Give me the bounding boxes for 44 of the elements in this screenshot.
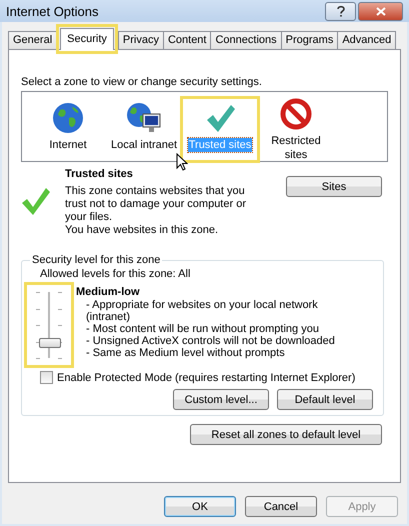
- level-name: Medium-low: [76, 286, 141, 298]
- sites-button[interactable]: Sites: [286, 176, 382, 197]
- close-icon: [376, 6, 386, 16]
- dialog-button[interactable]: Cancel: [245, 496, 317, 517]
- zone-description: You have websites in this zone.: [65, 224, 220, 237]
- checkmark-icon: [204, 102, 236, 134]
- tab[interactable]: Advanced: [337, 31, 396, 49]
- zone-label: Trusted sites: [188, 138, 252, 152]
- level-description: - Appropriate for websites on your local network (intranet): [86, 299, 319, 323]
- checkmark-icon: [21, 186, 51, 216]
- checkbox[interactable]: [40, 371, 53, 384]
- globe-icon: [52, 102, 84, 134]
- zone-title: Trusted sites: [65, 168, 134, 181]
- zone-item[interactable]: Local intranet: [106, 98, 182, 161]
- zone-item[interactable]: Restricted sites: [258, 98, 334, 161]
- help-icon: [336, 6, 344, 16]
- level-button[interactable]: Default level: [277, 389, 373, 410]
- zone-description: This zone contains websites that you trust not to damage your computer or your files.: [65, 185, 247, 224]
- tab[interactable]: Connections: [210, 31, 282, 49]
- reset-button[interactable]: Reset all zones to default level: [190, 424, 382, 445]
- level-description: - Same as Medium level without prompts: [86, 347, 286, 359]
- protected-mode-label: Enable Protected Mode (requires restarting Internet Explorer): [57, 372, 356, 384]
- zone-label: Restricted sites: [270, 134, 322, 162]
- window-title: Internet Options: [6, 4, 100, 18]
- level-button[interactable]: Custom level...: [173, 389, 269, 410]
- tab[interactable]: Privacy: [118, 31, 164, 49]
- allowed-levels-label: Allowed levels for this zone: All: [40, 268, 192, 280]
- help-button[interactable]: [325, 2, 356, 20]
- zone-prompt: Select a zone to view or change security settings.: [21, 76, 263, 88]
- tab[interactable]: Content: [162, 31, 212, 49]
- no-entry-icon: [280, 98, 312, 130]
- group-legend: Security level for this zone: [30, 254, 162, 266]
- dialog-button[interactable]: OK: [164, 496, 236, 517]
- zone-item[interactable]: Internet: [30, 98, 106, 161]
- close-button[interactable]: [358, 2, 403, 20]
- globe-monitor-icon: [126, 102, 162, 134]
- level-description: - Most content will be run without prompting you: [86, 323, 320, 335]
- tab[interactable]: Programs: [280, 31, 338, 49]
- slider-thumb[interactable]: [39, 338, 61, 348]
- mouse-cursor-icon: [176, 153, 188, 171]
- zone-label: Internet: [48, 138, 88, 152]
- tab[interactable]: General: [8, 31, 58, 49]
- zone-label: Local intranet: [110, 138, 178, 152]
- level-description: - Unsigned ActiveX controls will not be downloaded: [86, 335, 336, 347]
